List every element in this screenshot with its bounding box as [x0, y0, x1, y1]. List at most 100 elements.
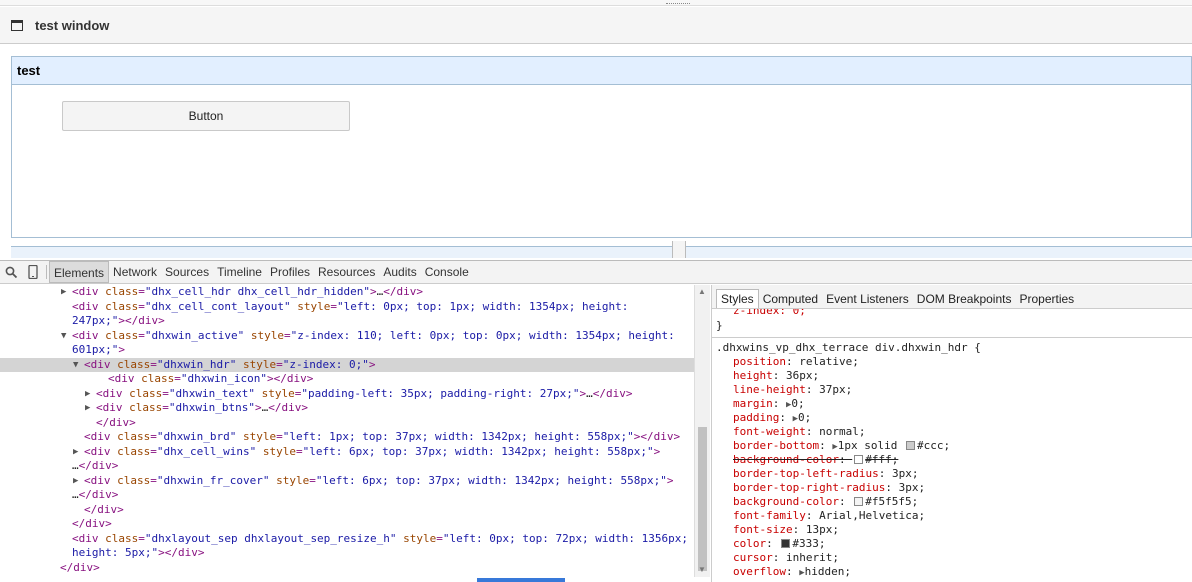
dom-node-line[interactable]: <div class="dhx_cell_cont_layout" style=…	[0, 300, 694, 315]
dom-node-markup: …</div>	[72, 459, 119, 472]
color-swatch[interactable]	[781, 539, 791, 548]
styles-tab-event-listeners[interactable]: Event Listeners	[822, 290, 913, 308]
scroll-thumb[interactable]	[698, 427, 707, 571]
dom-node-markup: <div class="dhx_cell_hdr dhx_cell_hdr_hi…	[72, 285, 424, 298]
css-property[interactable]: border-bottom: ▶1px solid #ccc;	[712, 439, 1192, 453]
dom-node-line[interactable]: </div>	[0, 416, 694, 431]
app-area: test window test Button	[0, 0, 1192, 260]
dom-tree: ▶ <div class="dhx_cell_hdr dhx_cell_hdr_h…	[0, 285, 694, 577]
dom-node-line[interactable]: ▼ <div class="dhxwin_hdr" style="z-index:…	[0, 357, 694, 373]
dom-node-markup: height: 5px;"></div>	[72, 546, 205, 559]
window-icon	[11, 19, 23, 31]
dom-node-markup: </div>	[60, 560, 100, 574]
css-property[interactable]: border-top-left-radius: 3px;	[712, 467, 1192, 481]
expand-triangle-icon[interactable]: ▶	[73, 445, 78, 460]
grip-handle[interactable]	[666, 3, 690, 4]
collapse-triangle-icon[interactable]: ▼	[73, 358, 78, 373]
expand-triangle-icon[interactable]: ▶	[85, 401, 90, 416]
devtools-panel: Elements Network Sources Timeline Profiles Re…	[0, 260, 1192, 582]
styles-tab-properties[interactable]: Properties	[1015, 290, 1078, 308]
prev-rule-close: }	[716, 319, 723, 332]
dom-node-markup: 247px;"></div>	[72, 314, 165, 327]
split-handle[interactable]	[672, 241, 686, 258]
devtools-tabs: Elements Network Sources Timeline Profiles Re…	[49, 261, 473, 283]
devtools-toolbar: Elements Network Sources Timeline Profiles Re…	[0, 261, 1192, 284]
dom-node-markup: <div class="dhxwin_text" style="padding-…	[96, 386, 633, 400]
css-property[interactable]: font-size: 13px;	[712, 523, 1192, 537]
dom-node-line[interactable]: ▶ <div class="dhxwin_text" style="padding…	[0, 387, 694, 402]
tab-sources[interactable]: Sources	[161, 261, 213, 283]
css-property[interactable]: background-color: #fff;	[712, 453, 1192, 467]
color-swatch[interactable]	[906, 441, 915, 450]
dom-node-line[interactable]: </div>	[0, 517, 694, 532]
tab-elements[interactable]: Elements	[49, 261, 110, 283]
color-swatch[interactable]	[854, 497, 864, 506]
cell-header[interactable]: test	[12, 57, 1191, 85]
dom-node-line[interactable]: ▶ <div class="dhx_cell_hdr dhx_cell_hdr_h…	[0, 285, 694, 300]
scroll-down-icon[interactable]: ▼	[698, 565, 706, 574]
prev-rule-tail: z-index: 0;	[733, 309, 806, 317]
dom-node-line[interactable]: </div>	[0, 503, 694, 518]
dom-node-markup: <div class="dhxwin_icon"></div>	[108, 372, 314, 385]
css-property[interactable]: cursor: inherit;	[712, 551, 1192, 565]
dom-node-line[interactable]: </div>	[0, 561, 694, 576]
dom-node-line[interactable]: 601px;">	[0, 343, 694, 358]
tab-profiles[interactable]: Profiles	[266, 261, 314, 283]
tab-audits[interactable]: Audits	[379, 261, 420, 283]
dom-node-markup: …</div>	[72, 488, 119, 501]
device-mode-icon[interactable]	[22, 261, 44, 283]
css-property[interactable]: padding: ▶0;	[712, 411, 1192, 425]
styles-tab-dom-breakpoints[interactable]: DOM Breakpoints	[913, 290, 1016, 308]
dom-node-line[interactable]: <div class="dhxwin_icon"></div>	[0, 372, 694, 387]
dom-node-line[interactable]: …</div>	[0, 488, 694, 503]
tab-timeline[interactable]: Timeline	[213, 261, 266, 283]
expand-triangle-icon[interactable]: ▶	[61, 285, 66, 300]
css-property[interactable]: border-top-right-radius: 3px;	[712, 481, 1192, 495]
styles-tab-styles[interactable]: Styles	[716, 289, 759, 308]
css-property[interactable]: font-weight: normal;	[712, 425, 1192, 439]
dom-scrollbar[interactable]: ▲ ▼	[694, 285, 710, 577]
scroll-up-icon[interactable]: ▲	[698, 287, 706, 296]
expand-triangle-icon[interactable]: ▶	[73, 474, 78, 489]
window-title: test window	[35, 17, 110, 33]
bottom-indicator	[477, 578, 565, 582]
collapse-triangle-icon[interactable]: ▼	[61, 329, 66, 344]
dom-node-markup: <div class="dhx_cell_wins" style="left: …	[84, 444, 661, 458]
tab-network[interactable]: Network	[109, 261, 161, 283]
styles-body: z-index: 0; } .dhxwins_vp_dhx_terrace di…	[712, 309, 1192, 579]
css-property[interactable]: line-height: 37px;	[712, 383, 1192, 397]
dom-node-line[interactable]: ▼ <div class="dhxwin_active" style="z-ind…	[0, 329, 694, 344]
dom-node-line[interactable]: height: 5px;"></div>	[0, 546, 694, 561]
dom-node-markup: <div class="dhxwin_btns">…</div>	[96, 401, 308, 414]
rule-divider	[712, 337, 1192, 338]
top-resize-bar[interactable]	[0, 0, 1192, 6]
tab-console[interactable]: Console	[421, 261, 473, 283]
css-property[interactable]: font-family: Arial,Helvetica;	[712, 509, 1192, 523]
dom-node-line[interactable]: 247px;"></div>	[0, 314, 694, 329]
dom-node-line[interactable]: ▶ <div class="dhx_cell_wins" style="left:…	[0, 445, 694, 460]
css-property[interactable]: background-color: #f5f5f5;	[712, 495, 1192, 509]
css-property[interactable]: color: #333;	[712, 537, 1192, 551]
css-property[interactable]: height: 36px;	[712, 369, 1192, 383]
dom-node-markup: <div class="dhxwin_active" style="z-inde…	[72, 328, 675, 342]
styles-tab-computed[interactable]: Computed	[759, 290, 822, 308]
css-property[interactable]: margin: ▶0;	[712, 397, 1192, 411]
tab-resources[interactable]: Resources	[314, 261, 379, 283]
dom-node-markup: <div class="dhxwin_brd" style="left: 1px…	[84, 430, 681, 443]
expand-triangle-icon[interactable]: ▶	[85, 387, 90, 402]
css-property[interactable]: overflow: ▶hidden;	[712, 565, 1192, 579]
dom-node-line[interactable]: ▶ <div class="dhxwin_fr_cover" style="lef…	[0, 474, 694, 489]
css-property[interactable]: position: relative;	[712, 355, 1192, 369]
test-button[interactable]: Button	[62, 101, 350, 131]
dom-node-line[interactable]: <div class="dhxlayout_sep dhxlayout_sep_…	[0, 532, 694, 547]
dom-node-markup: <div class="dhxwin_hdr" style="z-index: …	[84, 357, 376, 371]
color-swatch[interactable]	[854, 455, 864, 464]
rule-selector[interactable]: .dhxwins_vp_dhx_terrace div.dhxwin_hdr {	[712, 341, 1192, 355]
dom-node-markup: <div class="dhx_cell_cont_layout" style=…	[72, 299, 629, 313]
dom-node-line[interactable]: <div class="dhxwin_brd" style="left: 1px…	[0, 430, 694, 445]
window-header[interactable]: test window	[0, 7, 1192, 44]
inspect-search-icon[interactable]	[0, 261, 22, 283]
dom-node-line[interactable]: ▶ <div class="dhxwin_btns">…</div>	[0, 401, 694, 416]
bottom-resize-bar[interactable]	[11, 246, 1192, 258]
dom-node-line[interactable]: …</div>	[0, 459, 694, 474]
